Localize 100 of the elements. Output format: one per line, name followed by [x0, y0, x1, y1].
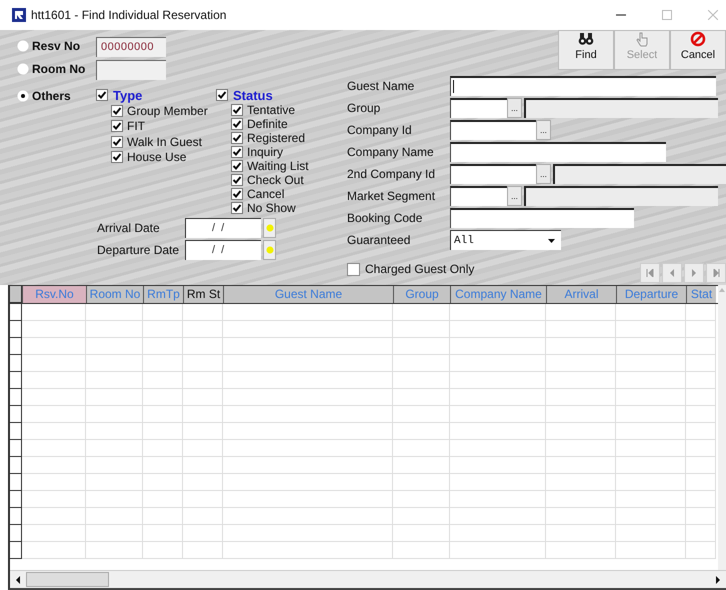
- checkbox[interactable]: [231, 118, 243, 130]
- checkbox[interactable]: [111, 151, 123, 164]
- row-header[interactable]: [10, 525, 22, 542]
- checkbox[interactable]: [216, 89, 228, 101]
- table-cell: [22, 338, 86, 355]
- table-cell: [22, 525, 86, 542]
- input-field[interactable]: 00000000: [96, 37, 166, 57]
- table-cell: [22, 304, 86, 321]
- scrollbar-thumb[interactable]: [26, 572, 109, 587]
- checkbox[interactable]: [231, 104, 243, 116]
- table-cell: [546, 542, 616, 559]
- checkbox[interactable]: [111, 136, 123, 148]
- table-cell: [686, 355, 716, 372]
- table-cell: [86, 491, 143, 508]
- table-cell: [22, 491, 86, 508]
- table-cell: [393, 321, 450, 338]
- checkbox-label: Waiting List: [247, 159, 309, 173]
- row-header[interactable]: [10, 389, 22, 406]
- input-field[interactable]: [450, 76, 716, 96]
- input-field[interactable]: [96, 60, 166, 80]
- checkbox[interactable]: [231, 132, 243, 144]
- table-cell: [86, 542, 143, 559]
- table-cell: [393, 406, 450, 423]
- row-header[interactable]: [10, 321, 22, 338]
- table-cell: [686, 423, 716, 440]
- scroll-right-icon[interactable]: [714, 576, 722, 584]
- row-header[interactable]: [10, 406, 22, 423]
- checkbox[interactable]: [231, 146, 243, 158]
- column-header[interactable]: Rm St: [183, 286, 223, 303]
- table-cell: [86, 304, 143, 321]
- group-title: Type: [113, 88, 142, 102]
- input-field[interactable]: [450, 142, 666, 162]
- table-cell: [393, 457, 450, 474]
- input-field[interactable]: [450, 164, 536, 184]
- checkbox[interactable]: [347, 262, 360, 276]
- row-header[interactable]: [10, 372, 22, 389]
- horizontal-scrollbar[interactable]: [10, 570, 726, 588]
- checkbox-label: House Use: [127, 150, 186, 164]
- table-cell: [546, 440, 616, 457]
- row-header[interactable]: [10, 304, 22, 321]
- input-field[interactable]: [450, 98, 507, 118]
- checkbox[interactable]: [111, 120, 123, 132]
- toolbar-button[interactable]: Cancel: [670, 30, 726, 70]
- table-cell: [686, 338, 716, 355]
- table-cell: [183, 372, 223, 389]
- row-header[interactable]: [10, 440, 22, 457]
- row-header[interactable]: [10, 338, 22, 355]
- table-cell: [686, 525, 716, 542]
- field-label: Company Id: [347, 123, 413, 137]
- row-header[interactable]: [10, 542, 22, 559]
- lookup-button[interactable]: ...: [536, 120, 551, 140]
- row-header[interactable]: [10, 423, 22, 440]
- table-cell: [86, 321, 143, 338]
- table-cell: [686, 389, 716, 406]
- radio-button[interactable]: [17, 63, 29, 75]
- dropdown[interactable]: All: [450, 230, 561, 250]
- lookup-button[interactable]: ...: [507, 186, 522, 206]
- input-field[interactable]: [450, 208, 634, 228]
- table-cell: [616, 355, 686, 372]
- row-header[interactable]: [10, 355, 22, 372]
- row-header[interactable]: [10, 491, 22, 508]
- table-cell: [686, 304, 716, 321]
- checkbox[interactable]: [96, 89, 108, 101]
- toolbar-button[interactable]: Find: [558, 30, 614, 70]
- radio-button[interactable]: [17, 40, 29, 52]
- table-cell: [143, 304, 183, 321]
- input-field[interactable]: [450, 186, 507, 206]
- checkbox-label: Walk In Guest: [127, 134, 202, 149]
- checkbox[interactable]: [111, 104, 123, 117]
- checkbox[interactable]: [231, 188, 243, 200]
- lookup-button[interactable]: ...: [536, 164, 551, 184]
- checkbox[interactable]: [231, 160, 243, 172]
- lookup-button[interactable]: ...: [507, 98, 522, 118]
- checkbox-label: Registered: [247, 131, 306, 145]
- row-header[interactable]: [10, 457, 22, 474]
- input-field[interactable]: [450, 120, 536, 140]
- previous-icon: [668, 269, 676, 277]
- table-cell: [686, 542, 716, 559]
- last-icon: [712, 269, 720, 277]
- table-cell: [143, 508, 183, 525]
- date-field[interactable]: / /: [185, 240, 261, 260]
- radio-label: Room No: [32, 61, 86, 76]
- vertical-scrollbar[interactable]: [718, 285, 726, 570]
- table-cell: [393, 525, 450, 542]
- checkbox-label: Inquiry: [247, 145, 284, 159]
- row-header[interactable]: [10, 474, 22, 491]
- table-cell: [616, 389, 686, 406]
- table-cell: [22, 508, 86, 525]
- table-cell: [183, 440, 223, 457]
- date-field[interactable]: / /: [185, 218, 261, 238]
- field-label: Arrival Date: [97, 221, 161, 235]
- scroll-left-icon[interactable]: [14, 576, 22, 584]
- hand-icon: [634, 31, 650, 47]
- checkbox[interactable]: [231, 202, 243, 214]
- checkbox[interactable]: [231, 174, 243, 186]
- table-cell: [393, 355, 450, 372]
- table-cell: [616, 508, 686, 525]
- radio-button[interactable]: [17, 90, 29, 102]
- row-header[interactable]: [10, 508, 22, 525]
- table-cell: [616, 457, 686, 474]
